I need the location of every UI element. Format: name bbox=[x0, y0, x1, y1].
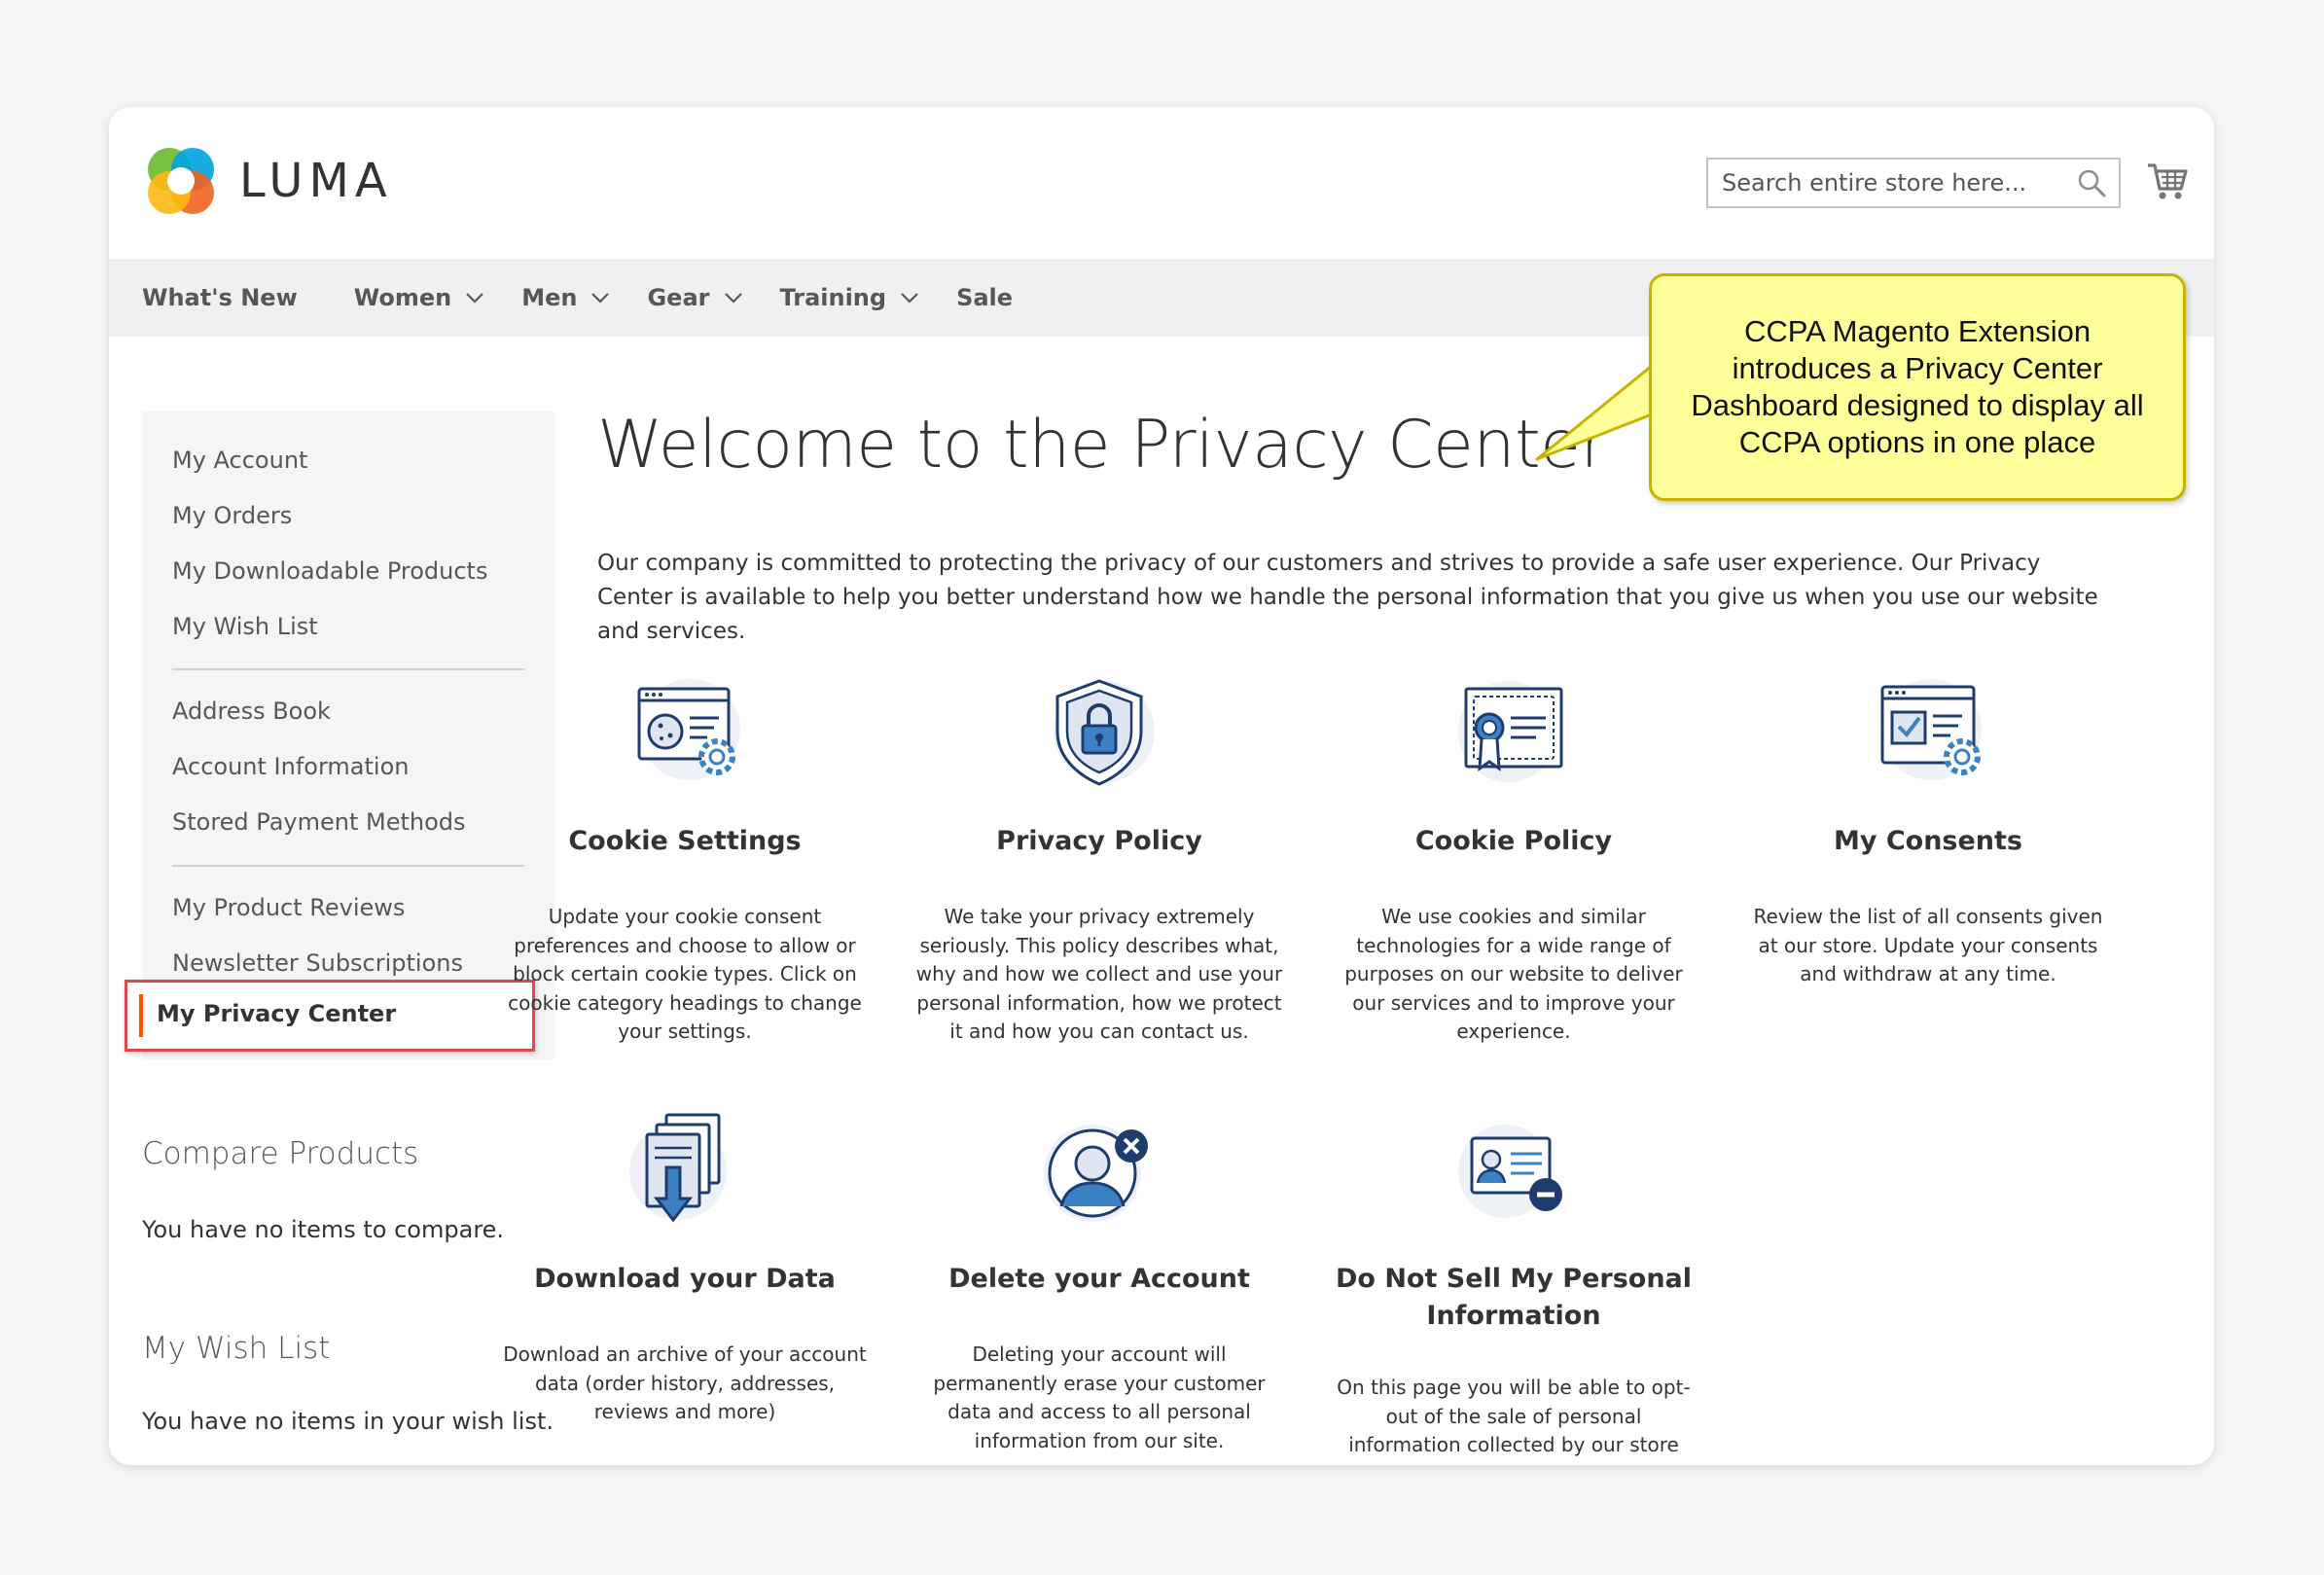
tile-title: My Consents bbox=[1833, 826, 2023, 856]
account-sidebar: My Account My Orders My Downloadable Pro… bbox=[125, 412, 555, 1059]
tile-description: Review the list of all consents given at… bbox=[1753, 905, 2103, 985]
cookie-settings-icon bbox=[637, 679, 740, 780]
chevron-down-icon bbox=[591, 293, 610, 304]
sidebar-divider bbox=[172, 865, 524, 867]
tile-description: We take your privacy extremely seriously… bbox=[915, 905, 1283, 1043]
sidebar-divider bbox=[172, 668, 524, 670]
nav-item-training[interactable]: Training bbox=[780, 284, 920, 311]
sidebar-item-label: My Privacy Center bbox=[157, 1000, 397, 1027]
tile-description: On this page you will be able to opt-out… bbox=[1337, 1376, 1691, 1456]
nav-item-gear[interactable]: Gear bbox=[647, 284, 742, 311]
sidebar-item-my-account[interactable]: My Account bbox=[172, 447, 307, 474]
nav-item-sale[interactable]: Sale bbox=[956, 284, 1013, 311]
tile-title: Download your Data bbox=[534, 1264, 836, 1294]
tile-download-your-data[interactable]: Download your Data Download an archive o… bbox=[495, 1109, 875, 1427]
tile-cookie-settings[interactable]: Cookie Settings Update your cookie conse… bbox=[495, 671, 875, 1047]
sidebar-item-my-privacy-center[interactable]: My Privacy Center bbox=[125, 980, 535, 1052]
sidebar-item-account-information[interactable]: Account Information bbox=[172, 753, 409, 780]
tile-title: Cookie Settings bbox=[568, 826, 802, 856]
luma-logo-icon bbox=[148, 148, 214, 214]
sidebar-item-product-reviews[interactable]: My Product Reviews bbox=[172, 894, 405, 921]
id-card-minus-icon bbox=[1458, 1125, 1562, 1218]
sidebar-item-wish-list[interactable]: My Wish List bbox=[172, 613, 318, 640]
nav-item-women[interactable]: Women bbox=[354, 284, 484, 311]
tile-description: Update your cookie consent preferences a… bbox=[508, 905, 862, 1043]
tile-description: Download an archive of your account data… bbox=[503, 1342, 867, 1423]
store-logo[interactable]: LUMA bbox=[144, 144, 393, 218]
chevron-down-icon bbox=[724, 293, 742, 304]
sidebar-item-stored-payment-methods[interactable]: Stored Payment Methods bbox=[172, 808, 466, 836]
certificate-icon bbox=[1458, 681, 1563, 782]
tile-my-consents[interactable]: My Consents Review the list of all conse… bbox=[1738, 671, 2118, 989]
wishlist-title: My Wish List bbox=[142, 1331, 331, 1366]
callout-text: CCPA Magento Extension introduces a Priv… bbox=[1691, 314, 2144, 459]
compare-products-title: Compare Products bbox=[142, 1136, 419, 1171]
search-input[interactable] bbox=[1708, 161, 2076, 205]
annotation-callout: CCPA Magento Extension introduces a Priv… bbox=[1649, 273, 2186, 501]
tile-cookie-policy[interactable]: Cookie Policy We use cookies and similar… bbox=[1324, 671, 1703, 1047]
wishlist-empty-text: You have no items in your wish list. bbox=[142, 1408, 554, 1435]
tile-description: We use cookies and similar technologies … bbox=[1344, 905, 1683, 1043]
tile-title: Privacy Policy bbox=[996, 826, 1202, 856]
page-title: Welcome to the Privacy Center bbox=[597, 407, 1607, 483]
sidebar-item-address-book[interactable]: Address Book bbox=[172, 698, 331, 725]
search-box bbox=[1706, 158, 2121, 208]
delete-user-icon bbox=[1044, 1125, 1148, 1222]
sidebar-item-newsletter-subscriptions[interactable]: Newsletter Subscriptions bbox=[172, 949, 463, 977]
compare-products-empty-text: You have no items to compare. bbox=[142, 1216, 505, 1243]
search-icon[interactable] bbox=[2076, 167, 2107, 198]
tile-title: Delete your Account bbox=[948, 1264, 1250, 1294]
page-card: LUMA What's New Women Men Gear Training … bbox=[109, 107, 2214, 1465]
download-documents-icon bbox=[629, 1113, 727, 1223]
privacy-shield-icon bbox=[1054, 679, 1155, 786]
nav-item-men[interactable]: Men bbox=[521, 284, 610, 311]
tile-privacy-policy[interactable]: Privacy Policy We take your privacy extr… bbox=[910, 671, 1289, 1047]
nav-item-whats-new[interactable]: What's New bbox=[142, 284, 298, 311]
sidebar-item-downloadable-products[interactable]: My Downloadable Products bbox=[172, 557, 487, 585]
chevron-down-icon bbox=[901, 293, 918, 304]
chevron-down-icon bbox=[466, 293, 484, 304]
tile-title: Do Not Sell My Personal Information bbox=[1335, 1264, 1693, 1331]
intro-text: Our company is committed to protecting t… bbox=[597, 551, 2098, 644]
cart-icon[interactable] bbox=[2146, 160, 2189, 202]
tile-delete-your-account[interactable]: Delete your Account Deleting your accoun… bbox=[910, 1109, 1289, 1455]
sidebar-item-my-orders[interactable]: My Orders bbox=[172, 502, 292, 529]
active-indicator bbox=[139, 994, 143, 1037]
tile-title: Cookie Policy bbox=[1414, 826, 1613, 856]
consents-icon bbox=[1880, 679, 1982, 780]
tile-do-not-sell[interactable]: Do Not Sell My Personal Information On t… bbox=[1324, 1109, 1703, 1460]
tile-description: Deleting your account will permanently e… bbox=[933, 1342, 1266, 1452]
logo-text: LUMA bbox=[239, 154, 393, 208]
